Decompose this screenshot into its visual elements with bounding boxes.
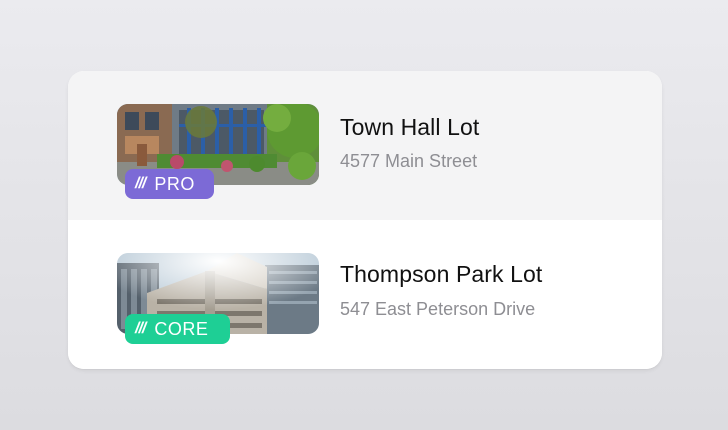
lot-name: Town Hall Lot xyxy=(340,114,480,140)
tier-label: CORE xyxy=(154,318,209,339)
tier-logo-icon: /// xyxy=(135,320,146,337)
tier-badge-pro: /// PRO xyxy=(125,169,214,199)
lot-row-thompson-park[interactable]: Thompson Park Lot 547 East Peterson Driv… xyxy=(68,220,662,369)
lot-address: 547 East Peterson Drive xyxy=(340,299,536,319)
tier-label: PRO xyxy=(154,173,195,194)
lot-address: 4577 Main Street xyxy=(340,151,478,171)
lot-name: Thompson Park Lot xyxy=(340,261,543,287)
tier-badge-core: /// CORE xyxy=(125,314,230,344)
tier-logo-icon: /// xyxy=(135,175,146,192)
